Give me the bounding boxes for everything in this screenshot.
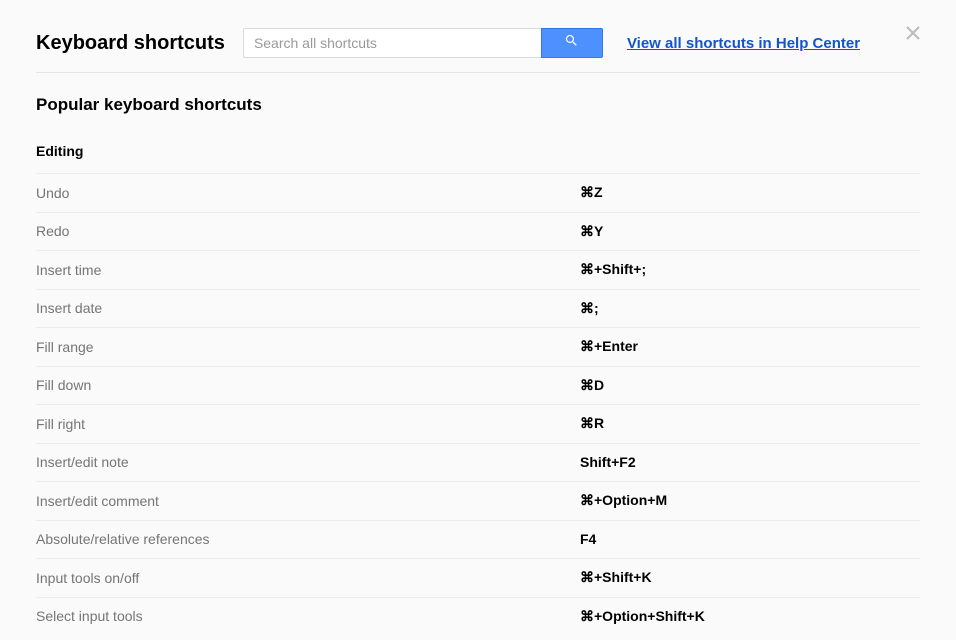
shortcut-row: Select input tools ⌘+Option+Shift+K	[36, 597, 920, 636]
close-icon	[906, 26, 920, 45]
shortcuts-dialog: Keyboard shortcuts View all shortcuts in…	[0, 0, 956, 635]
shortcut-keys: ⌘+Shift+K	[580, 569, 652, 586]
shortcut-keys: ⌘Y	[580, 223, 603, 240]
search-wrap	[243, 28, 603, 58]
shortcut-label: Insert/edit comment	[36, 493, 580, 509]
shortcut-keys: ⌘+Option+M	[580, 492, 667, 509]
shortcut-keys: ⌘R	[580, 415, 604, 432]
section-title: Popular keyboard shortcuts	[36, 95, 920, 115]
shortcut-label: Redo	[36, 223, 580, 239]
search-button[interactable]	[541, 28, 603, 58]
shortcut-list: Undo ⌘Z Redo ⌘Y Insert time ⌘+Shift+; In…	[36, 173, 920, 635]
shortcut-row: Redo ⌘Y	[36, 212, 920, 251]
shortcut-label: Fill range	[36, 339, 580, 355]
shortcut-keys: ⌘+Option+Shift+K	[580, 608, 705, 625]
group-title: Editing	[36, 143, 920, 173]
shortcut-row: Insert/edit note Shift+F2	[36, 443, 920, 482]
shortcut-keys: Shift+F2	[580, 454, 636, 470]
shortcut-label: Input tools on/off	[36, 570, 580, 586]
shortcut-keys: F4	[580, 531, 596, 547]
shortcut-keys: ⌘+Shift+;	[580, 261, 646, 278]
shortcut-label: Fill right	[36, 416, 580, 432]
shortcut-row: Input tools on/off ⌘+Shift+K	[36, 558, 920, 597]
shortcut-row: Fill down ⌘D	[36, 366, 920, 405]
shortcut-keys: ⌘;	[580, 300, 599, 317]
shortcut-label: Absolute/relative references	[36, 531, 580, 547]
shortcut-row: Insert time ⌘+Shift+;	[36, 250, 920, 289]
shortcut-row: Insert/edit comment ⌘+Option+M	[36, 481, 920, 520]
shortcut-keys: ⌘+Enter	[580, 338, 638, 355]
search-input[interactable]	[243, 28, 541, 58]
shortcut-label: Select input tools	[36, 608, 580, 624]
shortcut-label: Undo	[36, 185, 580, 201]
shortcut-row: Absolute/relative references F4	[36, 520, 920, 559]
shortcut-label: Fill down	[36, 377, 580, 393]
shortcut-row: Insert date ⌘;	[36, 289, 920, 328]
close-button[interactable]	[902, 24, 924, 46]
dialog-title: Keyboard shortcuts	[36, 32, 225, 55]
shortcut-label: Insert time	[36, 262, 580, 278]
shortcut-row: Undo ⌘Z	[36, 173, 920, 212]
help-center-link[interactable]: View all shortcuts in Help Center	[627, 35, 860, 52]
shortcut-label: Insert/edit note	[36, 454, 580, 470]
shortcut-row: Fill right ⌘R	[36, 404, 920, 443]
shortcut-label: Insert date	[36, 300, 580, 316]
shortcut-row: Fill range ⌘+Enter	[36, 327, 920, 366]
search-icon	[564, 33, 579, 53]
dialog-header: Keyboard shortcuts View all shortcuts in…	[36, 28, 920, 73]
shortcut-keys: ⌘Z	[580, 184, 603, 201]
shortcut-keys: ⌘D	[580, 377, 604, 394]
